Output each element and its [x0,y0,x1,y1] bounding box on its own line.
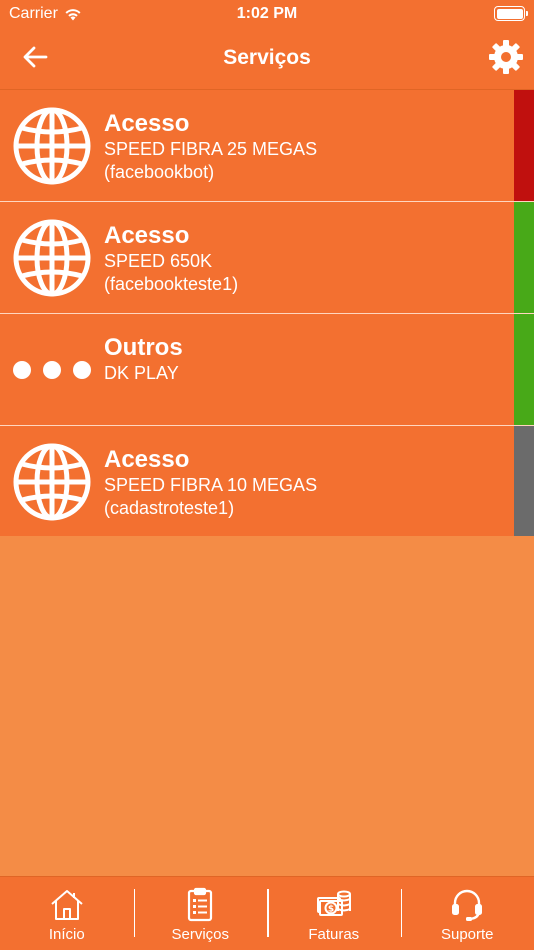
service-title: Acesso [104,110,190,137]
tab-label: Faturas [308,926,360,943]
home-icon [51,890,83,920]
status-indicator [514,202,534,313]
tab-faturas[interactable]: $ Faturas [267,877,401,950]
service-details: Acesso SPEED FIBRA 10 MEGAS (cadastrotes… [104,446,504,520]
clock: 1:02 PM [236,5,298,22]
service-login: (facebookteste1) [104,274,239,294]
service-login: (cadastroteste1) [104,498,235,518]
status-bar: Carrier 1:02 PM [0,0,534,28]
tab-inicio[interactable]: Início [0,877,134,950]
service-details: Acesso SPEED 650K (facebookteste1) [104,222,504,296]
globe-icon [13,219,91,297]
service-details: Acesso SPEED FIBRA 25 MEGAS (facebookbot… [104,110,504,184]
headset-icon [452,889,483,921]
ellipsis-icon [13,361,91,379]
tab-servicos[interactable]: Serviços [133,877,268,950]
tab-label: Serviços [171,926,230,943]
service-plan: SPEED 650K [104,251,213,271]
service-title: Outros [104,334,183,361]
svg-text:$: $ [328,905,334,915]
service-item[interactable]: Acesso SPEED FIBRA 25 MEGAS (facebookbot… [0,90,534,202]
globe-icon [13,443,91,521]
service-item[interactable]: Acesso SPEED 650K (facebookteste1) [0,202,534,314]
tab-suporte[interactable]: Suporte [400,877,534,950]
service-plan: DK PLAY [104,363,179,383]
money-icon: $ [316,890,351,916]
tab-label: Suporte [440,926,494,943]
gear-icon[interactable] [488,39,524,75]
service-list: Acesso SPEED FIBRA 25 MEGAS (facebookbot… [0,90,534,536]
service-item[interactable]: Outros DK PLAY [0,314,534,426]
service-title: Acesso [104,222,190,249]
battery-icon [494,6,528,21]
status-indicator [514,314,534,425]
globe-icon [13,107,91,185]
tab-label: Início [48,926,85,943]
service-plan: SPEED FIBRA 25 MEGAS [104,139,318,159]
document-list-icon [188,887,213,922]
status-indicator [514,90,534,201]
page-title: Serviços [223,46,311,69]
service-login: (facebookbot) [104,162,215,182]
service-title: Acesso [104,446,190,473]
tab-bar: Início Serviços $ Faturas Suporte [0,876,534,950]
service-details: Outros DK PLAY [104,334,504,385]
service-plan: SPEED FIBRA 10 MEGAS [104,475,318,495]
status-indicator [514,426,534,536]
navigation-bar: Serviços [0,28,534,90]
service-item[interactable]: Acesso SPEED FIBRA 10 MEGAS (cadastrotes… [0,426,534,536]
